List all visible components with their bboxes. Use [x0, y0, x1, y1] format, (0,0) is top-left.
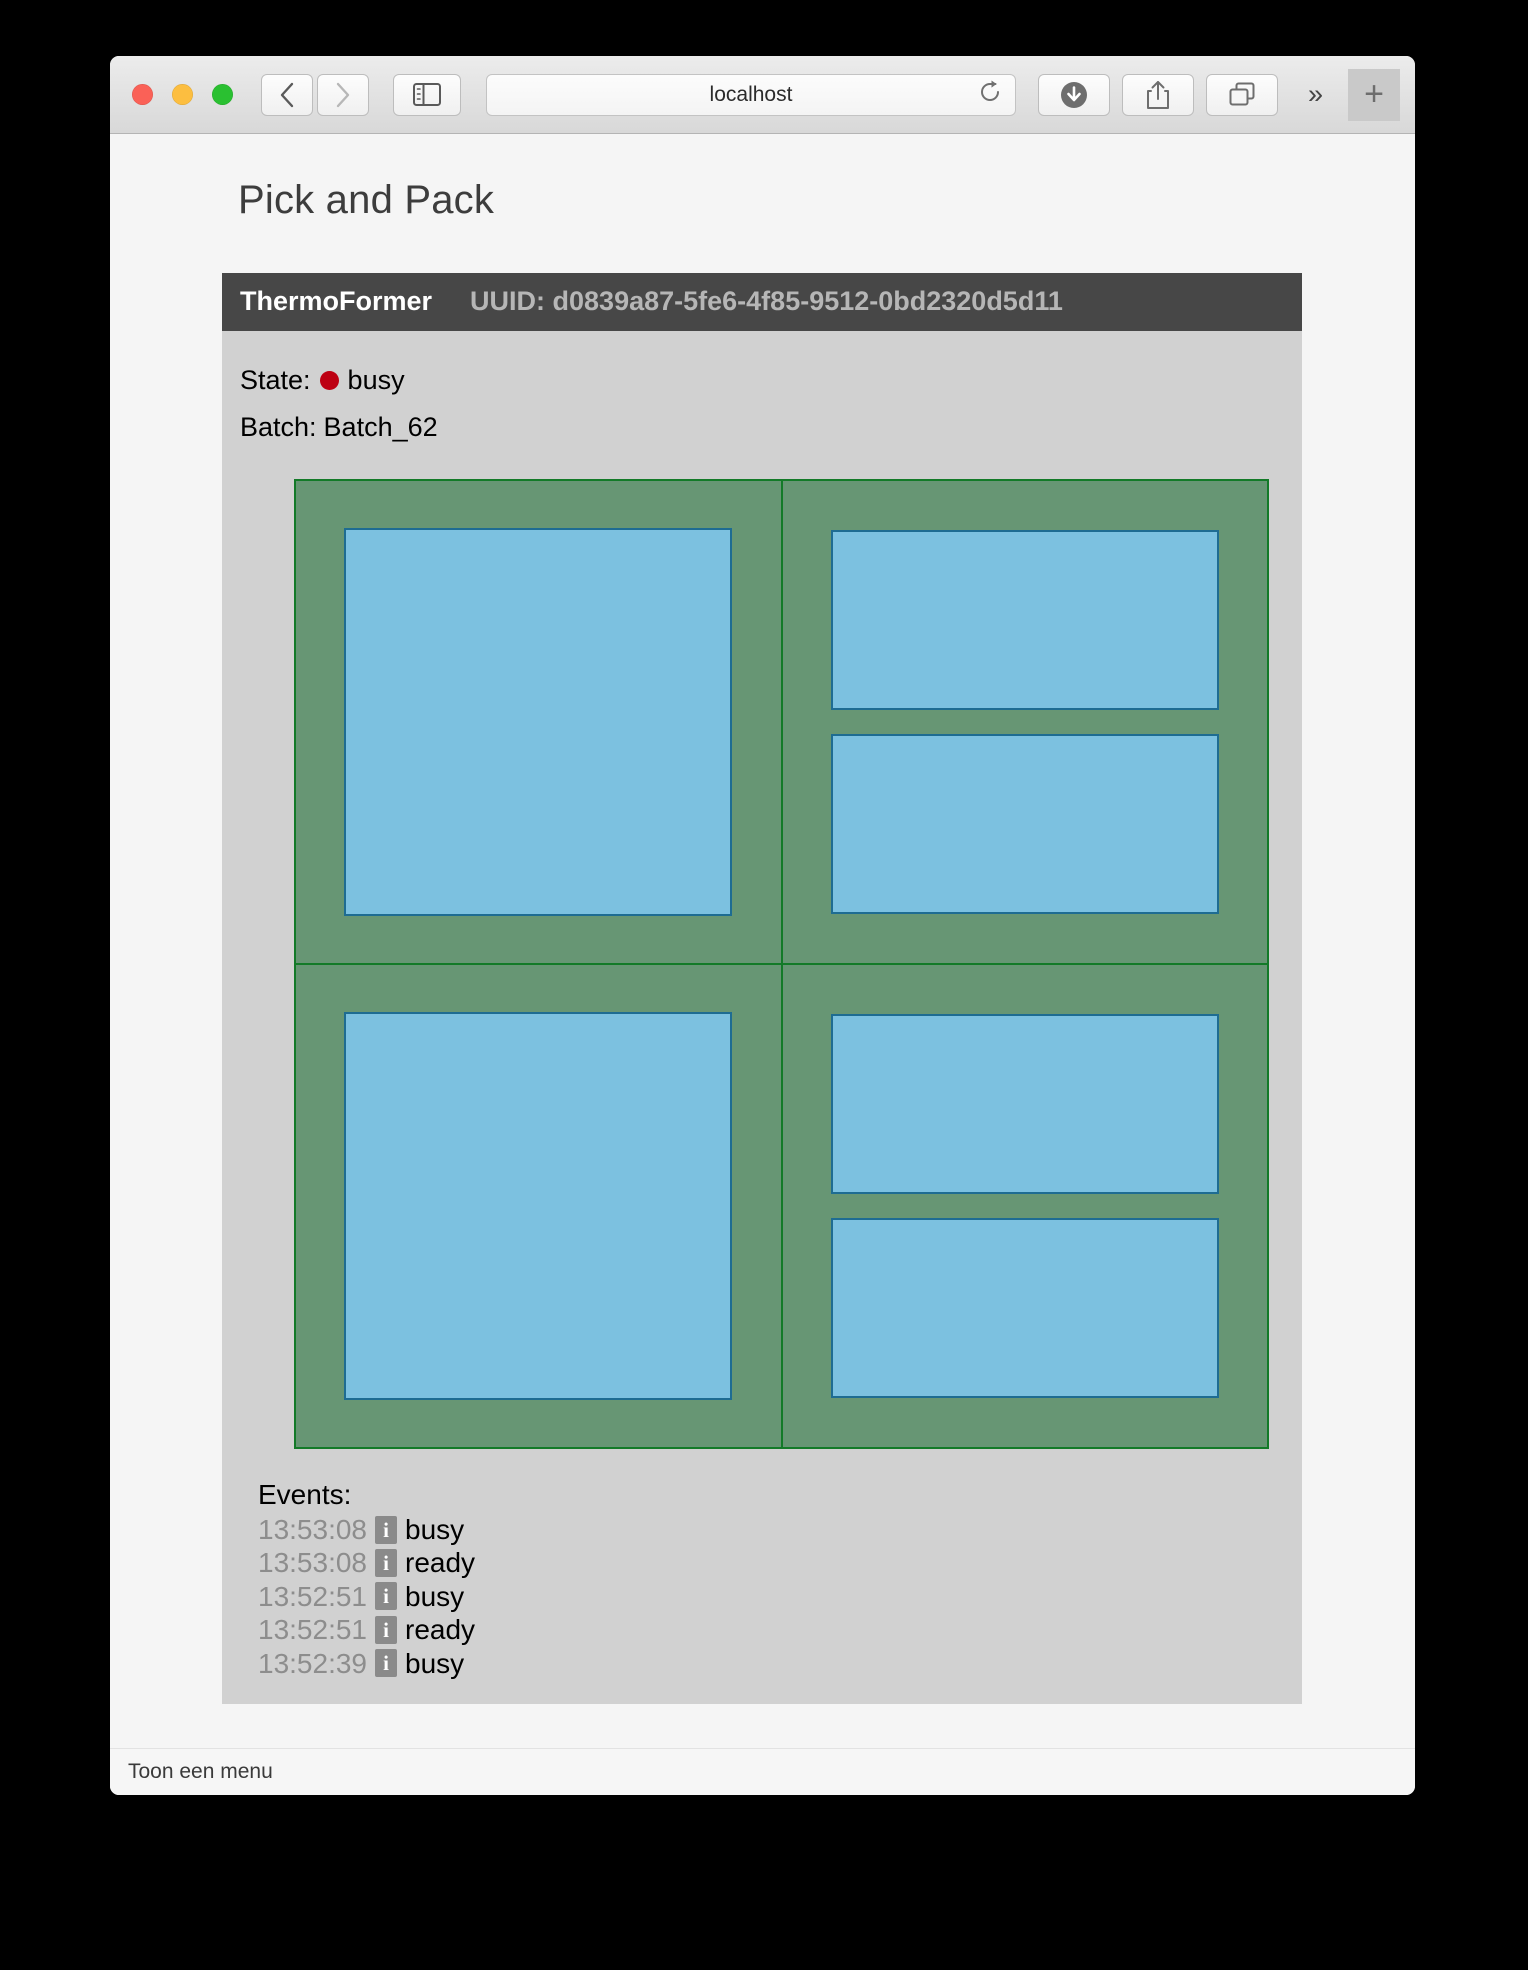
events-section: Events: 13:53:08 i busy 13:53:08 i ready 13:52…: [258, 1479, 1284, 1678]
cell-top-right[interactable]: [782, 481, 1267, 963]
event-row: 13:53:08 i ready: [258, 1547, 1284, 1579]
product-slot[interactable]: [830, 734, 1219, 914]
status-bar: Toon een menu: [110, 1748, 1415, 1795]
close-window-button[interactable]: [132, 84, 153, 105]
event-text: ready: [405, 1614, 476, 1646]
machine-panel: ThermoFormer UUID: d0839a87-5fe6-4f85-95…: [222, 273, 1302, 1704]
reload-button[interactable]: [977, 80, 1003, 109]
tab-overview-button[interactable]: [1206, 73, 1278, 116]
minimize-window-button[interactable]: [172, 84, 193, 105]
event-time: 13:52:39: [258, 1647, 367, 1679]
url-text[interactable]: localhost: [710, 83, 793, 107]
address-bar[interactable]: localhost: [486, 73, 1016, 116]
info-icon: i: [375, 1649, 397, 1678]
event-time: 13:53:08: [258, 1547, 367, 1579]
status-indicator-dot: [319, 371, 339, 390]
browser-window: localhost » + Pick and Pack ThermoFormer…: [110, 56, 1415, 1795]
browser-toolbar: localhost » +: [110, 56, 1415, 134]
info-icon: i: [375, 1582, 397, 1611]
event-time: 13:53:08: [258, 1514, 367, 1545]
window-controls: [132, 84, 233, 105]
event-row: 13:53:08 i busy: [258, 1514, 1284, 1545]
cell-top-left[interactable]: [296, 481, 781, 963]
events-list: 13:53:08 i busy 13:53:08 i ready 13:52:51 i busy…: [258, 1515, 1284, 1678]
toolbar-overflow-button[interactable]: »: [1292, 74, 1336, 116]
share-button[interactable]: [1122, 73, 1194, 116]
zoom-window-button[interactable]: [212, 84, 233, 105]
event-text: ready: [405, 1547, 476, 1579]
event-text: busy: [405, 1514, 465, 1545]
product-slot[interactable]: [830, 530, 1219, 710]
cell-bottom-right[interactable]: [782, 965, 1267, 1447]
event-row: 13:52:51 i ready: [258, 1614, 1284, 1646]
machine-state-line: State: busy: [240, 365, 1284, 396]
chevron-right-icon: [335, 82, 351, 108]
product-slot[interactable]: [830, 1014, 1219, 1194]
event-text: busy: [405, 1580, 465, 1612]
chevron-left-icon: [279, 82, 295, 108]
event-row: 13:52:39 i busy: [258, 1647, 1284, 1679]
product-slot[interactable]: [344, 528, 733, 916]
event-time: 13:52:51: [258, 1614, 367, 1646]
downloads-button[interactable]: [1038, 73, 1110, 116]
machine-state-label: State:: [240, 365, 311, 395]
event-time: 13:52:51: [258, 1580, 367, 1612]
product-slot[interactable]: [830, 1218, 1219, 1398]
navigation-buttons: [261, 73, 369, 116]
info-icon: i: [375, 1615, 397, 1644]
machine-state-value: busy: [347, 365, 405, 395]
cell-bottom-left[interactable]: [296, 965, 781, 1447]
events-title: Events:: [258, 1479, 352, 1510]
page-title: Pick and Pack: [238, 178, 495, 222]
back-button[interactable]: [261, 73, 313, 116]
page-content: Pick and Pack ThermoFormer UUID: d0839a8…: [110, 134, 1415, 1748]
show-sidebar-button[interactable]: [393, 73, 461, 116]
info-icon: i: [375, 1515, 397, 1544]
machine-batch-label: Batch:: [240, 412, 317, 442]
machine-name: ThermoFormer: [240, 286, 433, 316]
status-bar-text: Toon een menu: [128, 1760, 273, 1783]
sidebar-icon: [413, 83, 441, 106]
reload-icon: [978, 80, 1002, 109]
machine-grid: [294, 479, 1269, 1449]
machine-panel-body: State: busy Batch: Batch_62 Events: 13:5…: [222, 331, 1302, 1704]
tab-overview-icon: [1228, 82, 1256, 108]
plus-icon: +: [1364, 75, 1384, 113]
info-icon: i: [375, 1549, 397, 1578]
machine-uuid: UUID: d0839a87-5fe6-4f85-9512-0bd2320d5d…: [470, 286, 1063, 316]
machine-batch-line: Batch: Batch_62: [240, 412, 1284, 443]
event-text: busy: [405, 1647, 465, 1679]
toolbar-right-group: » +: [1038, 68, 1400, 121]
event-row: 13:52:51 i busy: [258, 1580, 1284, 1612]
product-slot[interactable]: [344, 1012, 733, 1400]
download-icon: [1059, 80, 1089, 110]
forward-button[interactable]: [317, 73, 369, 116]
new-tab-button[interactable]: +: [1348, 68, 1400, 121]
machine-panel-header: ThermoFormer UUID: d0839a87-5fe6-4f85-95…: [222, 273, 1302, 331]
machine-batch-value: Batch_62: [323, 412, 438, 442]
chevron-double-right-icon: »: [1307, 79, 1323, 109]
share-icon: [1146, 80, 1170, 110]
